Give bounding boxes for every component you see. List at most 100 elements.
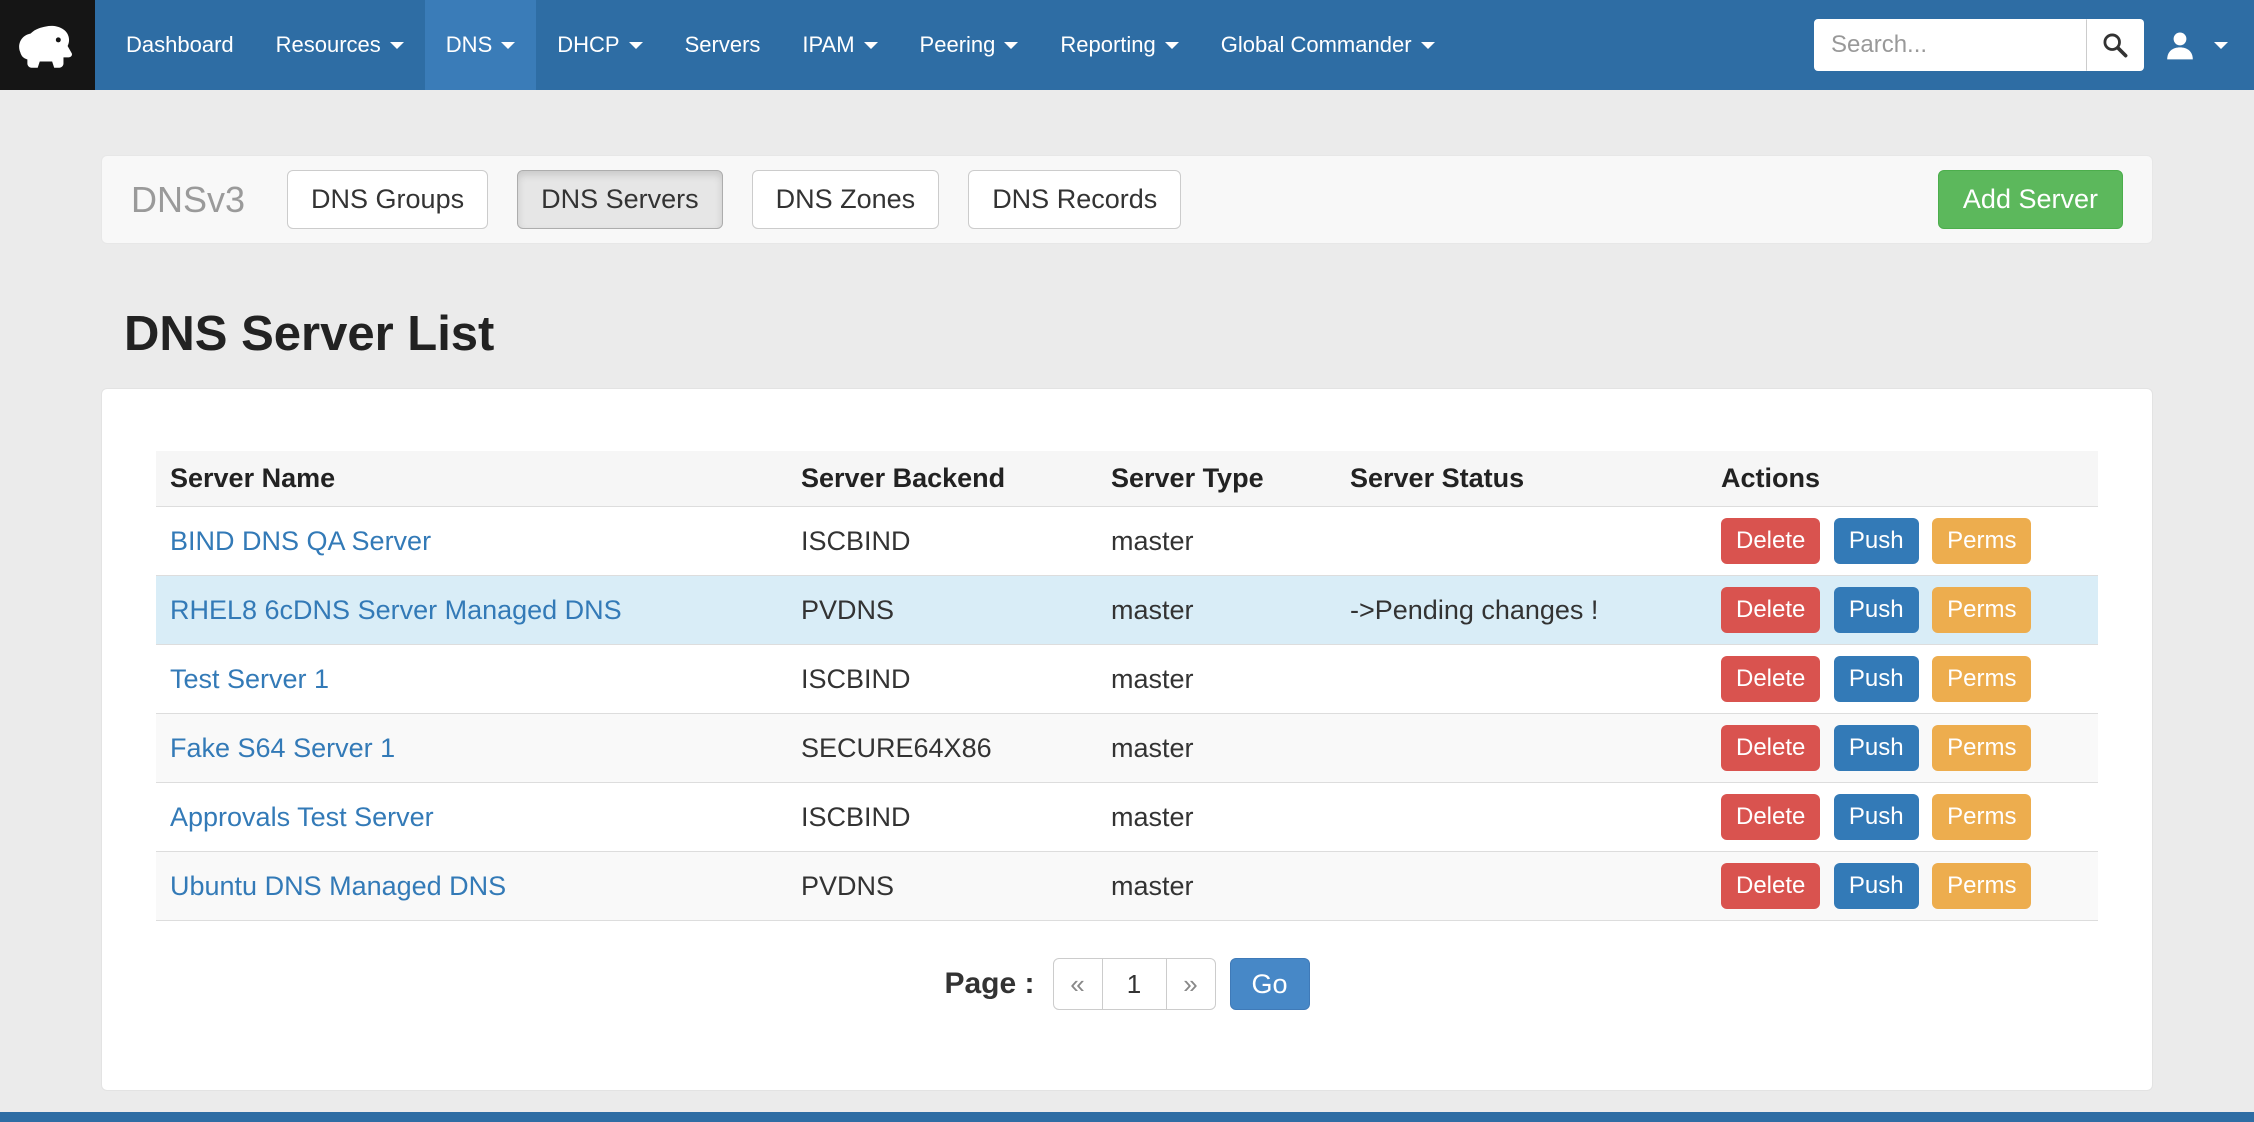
search-button[interactable] <box>2086 19 2144 71</box>
server-type: master <box>1097 783 1336 852</box>
caret-down-icon <box>629 42 643 49</box>
push-button[interactable]: Push <box>1834 863 1919 909</box>
nav-item-resources[interactable]: Resources <box>255 0 425 90</box>
push-button[interactable]: Push <box>1834 794 1919 840</box>
perms-button[interactable]: Perms <box>1932 518 2031 564</box>
delete-button[interactable]: Delete <box>1721 794 1820 840</box>
server-list-card: Server Name Server Backend Server Type S… <box>101 388 2153 1092</box>
next-page-button[interactable]: » <box>1166 958 1216 1010</box>
footer-bar <box>0 1112 2254 1122</box>
perms-button[interactable]: Perms <box>1932 587 2031 633</box>
caret-down-icon <box>501 42 515 49</box>
search-input[interactable] <box>1814 19 2086 71</box>
page-label: Page : <box>944 967 1034 1001</box>
nav-item-label: Peering <box>920 32 996 58</box>
caret-down-icon <box>390 42 404 49</box>
server-type: master <box>1097 714 1336 783</box>
server-status <box>1336 645 1707 714</box>
elephant-icon <box>12 12 84 78</box>
server-name-cell: Approvals Test Server <box>156 783 787 852</box>
perms-button[interactable]: Perms <box>1932 725 2031 771</box>
caret-down-icon <box>1165 42 1179 49</box>
nav-item-label: Reporting <box>1060 32 1155 58</box>
server-name-link[interactable]: Ubuntu DNS Managed DNS <box>170 871 506 901</box>
server-status <box>1336 507 1707 576</box>
nav-item-reporting[interactable]: Reporting <box>1039 0 1199 90</box>
col-server-type: Server Type <box>1097 451 1336 507</box>
server-status: ->Pending changes ! <box>1336 576 1707 645</box>
delete-button[interactable]: Delete <box>1721 518 1820 564</box>
caret-down-icon <box>864 42 878 49</box>
nav-item-label: DNS <box>446 32 492 58</box>
actions-cell: Delete Push Perms <box>1707 576 2098 645</box>
nav-item-label: Global Commander <box>1221 32 1412 58</box>
server-table-body: BIND DNS QA Server ISCBIND master Delete… <box>156 507 2098 921</box>
nav-item-servers[interactable]: Servers <box>664 0 782 90</box>
add-server-button[interactable]: Add Server <box>1938 170 2123 229</box>
tab-dns-zones[interactable]: DNS Zones <box>752 170 940 229</box>
server-name-link[interactable]: Approvals Test Server <box>170 802 434 832</box>
subheader-tabs: DNS Groups DNS Servers DNS Zones DNS Record… <box>287 170 1210 229</box>
server-backend: PVDNS <box>787 852 1097 921</box>
nav-item-dashboard[interactable]: Dashboard <box>105 0 255 90</box>
server-backend: PVDNS <box>787 576 1097 645</box>
dnsv3-label: DNSv3 <box>131 179 245 221</box>
perms-button[interactable]: Perms <box>1932 794 2031 840</box>
push-button[interactable]: Push <box>1834 587 1919 633</box>
navbar-right <box>1814 0 2254 90</box>
server-status <box>1336 783 1707 852</box>
go-button[interactable]: Go <box>1230 958 1310 1010</box>
perms-button[interactable]: Perms <box>1932 656 2031 702</box>
app-logo[interactable] <box>0 0 95 90</box>
perms-button[interactable]: Perms <box>1932 863 2031 909</box>
server-name-link[interactable]: Test Server 1 <box>170 664 329 694</box>
col-server-name: Server Name <box>156 451 787 507</box>
server-backend: ISCBIND <box>787 507 1097 576</box>
tab-dns-groups[interactable]: DNS Groups <box>287 170 488 229</box>
push-button[interactable]: Push <box>1834 725 1919 771</box>
push-button[interactable]: Push <box>1834 656 1919 702</box>
actions-cell: Delete Push Perms <box>1707 645 2098 714</box>
server-backend: ISCBIND <box>787 783 1097 852</box>
server-name-cell: Fake S64 Server 1 <box>156 714 787 783</box>
delete-button[interactable]: Delete <box>1721 656 1820 702</box>
nav-item-dns[interactable]: DNS <box>425 0 536 90</box>
table-header-row: Server Name Server Backend Server Type S… <box>156 451 2098 507</box>
server-type: master <box>1097 852 1336 921</box>
nav-item-global-commander[interactable]: Global Commander <box>1200 0 1456 90</box>
nav-item-peering[interactable]: Peering <box>899 0 1040 90</box>
top-navbar: Dashboard Resources DNS DHCP Servers IPA… <box>0 0 2254 90</box>
tab-dns-records[interactable]: DNS Records <box>968 170 1181 229</box>
tab-dns-servers[interactable]: DNS Servers <box>517 170 723 229</box>
pagination: Page : « » Go <box>156 958 2098 1090</box>
user-menu[interactable] <box>2164 29 2228 61</box>
caret-down-icon <box>2214 42 2228 49</box>
server-name-cell: Test Server 1 <box>156 645 787 714</box>
page-title: DNS Server List <box>101 307 2153 362</box>
server-type: master <box>1097 507 1336 576</box>
delete-button[interactable]: Delete <box>1721 863 1820 909</box>
nav-item-dhcp[interactable]: DHCP <box>536 0 663 90</box>
server-name-link[interactable]: Fake S64 Server 1 <box>170 733 395 763</box>
nav-item-ipam[interactable]: IPAM <box>781 0 898 90</box>
col-actions: Actions <box>1707 451 2098 507</box>
push-button[interactable]: Push <box>1834 518 1919 564</box>
server-name-link[interactable]: RHEL8 6cDNS Server Managed DNS <box>170 595 622 625</box>
page-number-input[interactable] <box>1103 958 1167 1010</box>
prev-page-button[interactable]: « <box>1053 958 1103 1010</box>
actions-cell: Delete Push Perms <box>1707 783 2098 852</box>
delete-button[interactable]: Delete <box>1721 587 1820 633</box>
server-name-link[interactable]: BIND DNS QA Server <box>170 526 431 556</box>
table-row: Fake S64 Server 1 SECURE64X86 master Del… <box>156 714 2098 783</box>
server-status <box>1336 714 1707 783</box>
search-group <box>1814 19 2144 71</box>
nav-item-label: Dashboard <box>126 32 234 58</box>
user-icon <box>2164 29 2196 61</box>
nav-item-label: Servers <box>685 32 761 58</box>
col-server-backend: Server Backend <box>787 451 1097 507</box>
caret-down-icon <box>1004 42 1018 49</box>
delete-button[interactable]: Delete <box>1721 725 1820 771</box>
nav-item-label: IPAM <box>802 32 854 58</box>
actions-cell: Delete Push Perms <box>1707 507 2098 576</box>
server-table: Server Name Server Backend Server Type S… <box>156 451 2098 922</box>
